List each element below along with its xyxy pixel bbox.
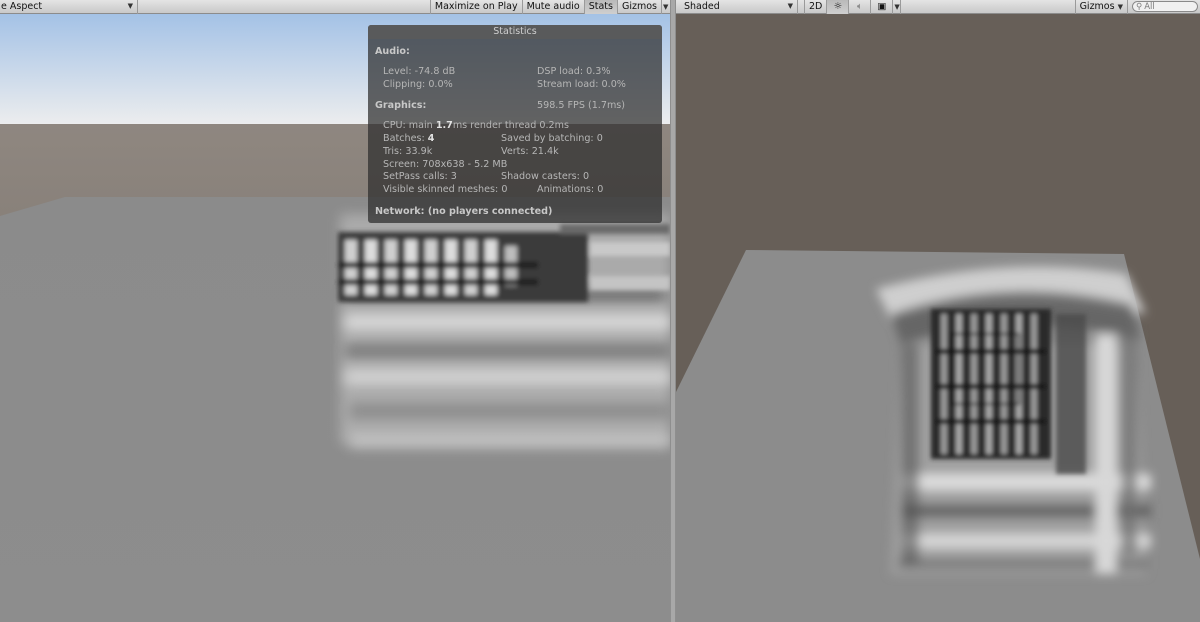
scene-gizmos-label: Gizmos	[1079, 0, 1115, 12]
statistics-title: Statistics	[368, 25, 662, 39]
wave-surface	[338, 214, 670, 448]
aspect-dropdown[interactable]: e Aspect ▼	[0, 0, 138, 14]
fps-readout: 598.5 FPS (1.7ms)	[537, 100, 626, 111]
image-icon: ▣	[877, 0, 887, 12]
aspect-label: e Aspect	[1, 0, 43, 12]
game-toolbar: e Aspect ▼ Maximize on Play Mute audio S…	[0, 0, 670, 14]
audio-level: Level: -74.8 dB	[383, 66, 456, 77]
audio-clipping: Clipping: 0.0%	[383, 79, 453, 90]
dsp-load: DSP load: 0.3%	[537, 66, 611, 77]
network-status: Network: (no players connected)	[375, 206, 553, 217]
scene-toolbar: Shaded ▼ 2D ☼ 🔈︎ ▣ ▼ Gizmos ▼ ⚲ All	[676, 0, 1200, 14]
game-view: e Aspect ▼ Maximize on Play Mute audio S…	[0, 0, 670, 622]
audio-toggle[interactable]: 🔈︎	[848, 0, 870, 14]
tris-count: Tris: 33.9k	[383, 146, 433, 157]
lighting-toggle[interactable]: ☼	[826, 0, 849, 14]
sun-icon: ☼	[833, 0, 843, 12]
stats-button[interactable]: Stats	[583, 0, 617, 14]
scene-gizmos-dropdown[interactable]: Gizmos ▼	[1074, 0, 1128, 14]
effects-toggle[interactable]: ▣	[870, 0, 892, 14]
shading-mode-dropdown[interactable]: Shaded ▼	[676, 0, 798, 14]
shadow-casters: Shadow casters: 0	[501, 171, 590, 182]
2d-toggle-button[interactable]: 2D	[804, 0, 826, 14]
speaker-icon: 🔈︎	[857, 0, 863, 12]
dropdown-arrow-icon: ▼	[894, 2, 900, 11]
dropdown-arrow-icon: ▼	[127, 1, 133, 10]
dropdown-arrow-icon: ▼	[663, 2, 669, 11]
animations-count: Animations: 0	[537, 184, 604, 195]
audio-header: Audio:	[375, 46, 410, 57]
screen-info: Screen: 708x638 - 5.2 MB	[383, 159, 508, 170]
search-placeholder: All	[1144, 1, 1155, 12]
scene-wave-surface	[876, 266, 1151, 574]
saved-by-batching: Saved by batching: 0	[501, 133, 603, 144]
gizmos-button[interactable]: Gizmos	[616, 0, 661, 14]
shading-mode-label: Shaded	[684, 0, 720, 12]
setpass-calls: SetPass calls: 3	[383, 171, 457, 182]
hierarchy-search-field[interactable]: ⚲ All	[1132, 1, 1198, 12]
search-icon: ⚲	[1136, 1, 1143, 12]
verts-count: Verts: 21.4k	[501, 146, 559, 157]
scene-view: Shaded ▼ 2D ☼ 🔈︎ ▣ ▼ Gizmos ▼ ⚲ All	[676, 0, 1200, 622]
statistics-panel: Statistics Audio: Level: -74.8 dB DSP lo…	[368, 25, 662, 223]
skinned-meshes: Visible skinned meshes: 0	[383, 184, 508, 195]
graphics-header: Graphics:	[375, 100, 427, 111]
mute-audio-button[interactable]: Mute audio	[521, 0, 584, 14]
batches: Batches: 4	[383, 133, 435, 144]
effects-dropdown[interactable]: ▼	[892, 0, 902, 14]
gizmos-dropdown[interactable]: ▼	[661, 0, 670, 14]
maximize-on-play-button[interactable]: Maximize on Play	[429, 0, 522, 14]
dropdown-arrow-icon: ▼	[1117, 2, 1123, 11]
stream-load: Stream load: 0.0%	[537, 79, 626, 90]
dropdown-arrow-icon: ▼	[787, 1, 793, 10]
cpu-timing: CPU: main 1.7ms render thread 0.2ms	[383, 120, 570, 131]
scene-viewport[interactable]	[676, 14, 1200, 622]
